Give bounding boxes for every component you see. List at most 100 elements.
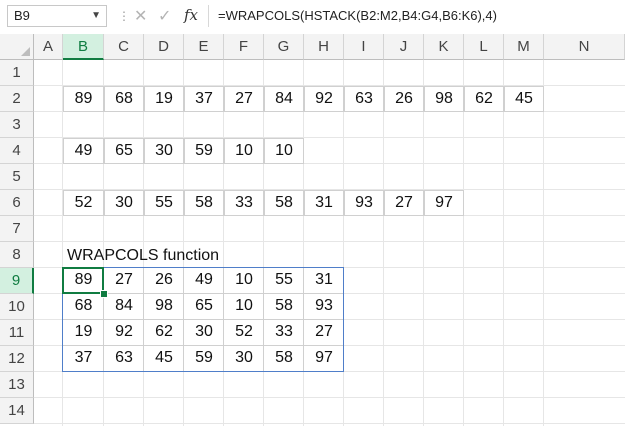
formula-bar-divider [208,5,209,27]
source-cell[interactable]: 19 [144,86,184,112]
column-header-m[interactable]: M [504,34,544,60]
source-cell[interactable]: 58 [264,190,304,216]
row-header-1[interactable]: 1 [0,60,34,86]
row-header-12[interactable]: 12 [0,346,34,372]
source-cell[interactable]: 63 [344,86,384,112]
result-cell-border [104,294,144,320]
result-cell-border [224,268,264,294]
column-header-d[interactable]: D [144,34,184,60]
cancel-icon[interactable]: ✕ [134,6,147,26]
wrapcols-label[interactable]: WRAPCOLS function [67,242,219,268]
gridline-horizontal [34,423,625,424]
source-cell[interactable]: 10 [264,138,304,164]
source-cell[interactable]: 37 [184,86,224,112]
column-header-b[interactable]: B [63,34,104,60]
result-cell-border [63,294,104,320]
source-cell[interactable]: 31 [304,190,344,216]
result-cell-border [184,294,224,320]
source-cell[interactable]: 62 [464,86,504,112]
result-cell-border [144,294,184,320]
column-header-f[interactable]: F [224,34,264,60]
result-cell-border [304,346,344,372]
source-cell[interactable]: 26 [384,86,424,112]
row-header-3[interactable]: 3 [0,112,34,138]
row-header-8[interactable]: 8 [0,242,34,268]
row-header-14[interactable]: 14 [0,398,34,424]
source-cell[interactable]: 84 [264,86,304,112]
source-cell[interactable]: 27 [224,86,264,112]
row-header-9[interactable]: 9 [0,268,34,294]
column-header-n[interactable]: N [544,34,625,60]
source-cell[interactable]: 98 [424,86,464,112]
row-header-7[interactable]: 7 [0,216,34,242]
worksheet-grid[interactable]: ABCDEFGHIJKLMN 1 2 3 4 5 6 7 8 9 10 11 12 13 14 89 68 1… [0,34,625,426]
fill-handle[interactable] [100,290,108,298]
formula-input[interactable]: =WRAPCOLS(HSTACK(B2:M2,B4:G4,B6:K6),4) [218,5,497,27]
result-cell-border [224,294,264,320]
source-cell[interactable]: 68 [104,86,144,112]
result-cell-border [264,320,304,346]
result-cell-border [144,268,184,294]
result-cell-border [184,346,224,372]
row-header-11[interactable]: 11 [0,320,34,346]
column-header-l[interactable]: L [464,34,504,60]
result-cell-border [264,346,304,372]
column-header-e[interactable]: E [184,34,224,60]
row-header-2[interactable]: 2 [0,86,34,112]
result-cell-border [224,320,264,346]
result-cell-border [264,294,304,320]
chevron-down-icon[interactable]: ▼ [91,6,101,26]
column-header-k[interactable]: K [424,34,464,60]
result-cell-border [104,268,144,294]
result-cell-border [304,294,344,320]
source-cell[interactable]: 10 [224,138,264,164]
source-cell[interactable]: 93 [344,190,384,216]
column-header-i[interactable]: I [344,34,384,60]
result-cell-border [264,268,304,294]
source-cell[interactable]: 49 [63,138,104,164]
formula-bar: B9 ▼ ⋮ ✕ ✓ fx =WRAPCOLS(HSTACK(B2:M2,B4:… [0,0,625,35]
enter-icon[interactable]: ✓ [158,6,171,26]
source-cell[interactable]: 27 [384,190,424,216]
source-cell[interactable]: 92 [304,86,344,112]
select-all-triangle-icon [21,47,30,56]
insert-function-icon[interactable]: fx [184,6,198,24]
result-cell-border [63,268,104,294]
row-header-4[interactable]: 4 [0,138,34,164]
source-cell[interactable]: 55 [144,190,184,216]
grip-icon: ⋮ [118,9,130,23]
name-box[interactable]: B9 ▼ [7,5,107,27]
source-cell[interactable]: 89 [63,86,104,112]
row-header-10[interactable]: 10 [0,294,34,320]
source-cell[interactable]: 58 [184,190,224,216]
column-header-j[interactable]: J [384,34,424,60]
result-cell-border [104,320,144,346]
result-cell-border [304,268,344,294]
column-header-a[interactable]: A [34,34,63,60]
source-cell[interactable]: 30 [144,138,184,164]
row-header-13[interactable]: 13 [0,372,34,398]
column-header-c[interactable]: C [104,34,144,60]
source-cell[interactable]: 52 [63,190,104,216]
result-cell-border [63,320,104,346]
source-cell[interactable]: 59 [184,138,224,164]
source-cell[interactable]: 65 [104,138,144,164]
result-cell-border [184,268,224,294]
source-cell[interactable]: 45 [504,86,544,112]
column-header-g[interactable]: G [264,34,304,60]
result-cell-border [304,320,344,346]
result-cell-border [144,346,184,372]
result-cell-border [144,320,184,346]
column-header-h[interactable]: H [304,34,344,60]
result-cell-border [224,346,264,372]
result-cell-border [104,346,144,372]
name-box-value: B9 [14,8,30,23]
source-cell[interactable]: 97 [424,190,464,216]
gridline-horizontal [34,397,625,398]
row-header-6[interactable]: 6 [0,190,34,216]
source-cell[interactable]: 33 [224,190,264,216]
row-header-5[interactable]: 5 [0,164,34,190]
select-all-button[interactable] [0,34,34,60]
result-cell-border [63,346,104,372]
source-cell[interactable]: 30 [104,190,144,216]
